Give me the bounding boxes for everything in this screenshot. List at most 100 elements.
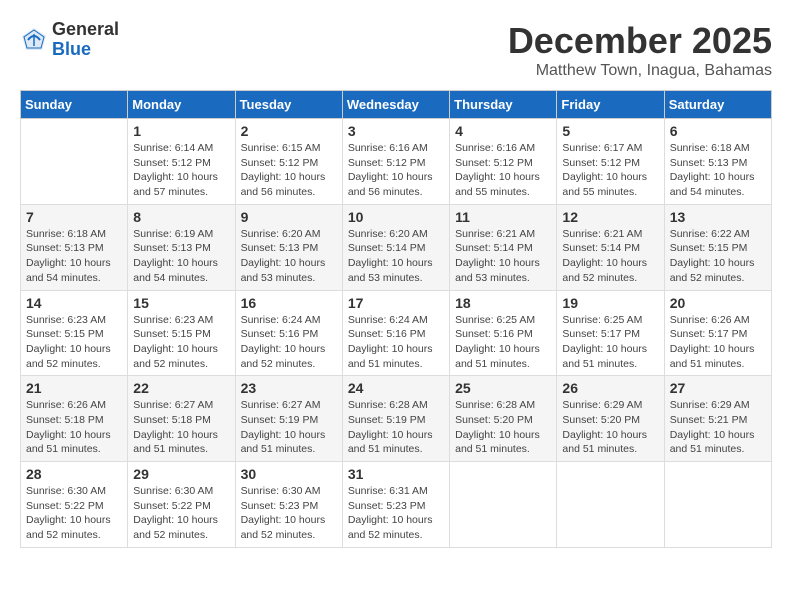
day-number: 26 — [562, 380, 658, 396]
logo-general: General — [52, 20, 119, 40]
day-info: Sunrise: 6:19 AM Sunset: 5:13 PM Dayligh… — [133, 227, 229, 286]
calendar-cell: 22 Sunrise: 6:27 AM Sunset: 5:18 PM Dayli… — [128, 376, 235, 462]
calendar-cell: 17Sunrise: 6:24 AM Sunset: 5:16 PM Dayli… — [342, 290, 449, 376]
day-number: 16 — [241, 295, 337, 311]
calendar-cell: 21 Sunrise: 6:26 AM Sunset: 5:18 PM Dayli… — [21, 376, 128, 462]
day-info: Sunrise: 6:27 AM Sunset: 5:19 PM Dayligh… — [241, 398, 337, 457]
day-info: Sunrise: 6:29 AM Sunset: 5:20 PM Dayligh… — [562, 398, 658, 457]
day-number: 2 — [241, 123, 337, 139]
calendar-cell: 13 Sunrise: 6:22 AM Sunset: 5:15 PM Dayli… — [664, 204, 771, 290]
calendar-cell: 4 Sunrise: 6:16 AM Sunset: 5:12 PM Daylig… — [450, 119, 557, 205]
day-info: Sunrise: 6:26 AM Sunset: 5:18 PM Dayligh… — [26, 398, 122, 457]
week-row-5: 28 Sunrise: 6:30 AM Sunset: 5:22 PM Dayli… — [21, 462, 772, 548]
day-number: 4 — [455, 123, 551, 139]
day-number: 28 — [26, 466, 122, 482]
day-info: Sunrise: 6:30 AM Sunset: 5:22 PM Dayligh… — [26, 484, 122, 543]
day-number: 20 — [670, 295, 766, 311]
day-number: 5 — [562, 123, 658, 139]
day-info: Sunrise: 6:20 AM Sunset: 5:13 PM Dayligh… — [241, 227, 337, 286]
calendar-cell — [664, 462, 771, 548]
calendar-cell: 8 Sunrise: 6:19 AM Sunset: 5:13 PM Daylig… — [128, 204, 235, 290]
day-number: 24 — [348, 380, 444, 396]
day-header-sunday: Sunday — [21, 91, 128, 119]
day-info: Sunrise: 6:20 AM Sunset: 5:14 PM Dayligh… — [348, 227, 444, 286]
day-header-thursday: Thursday — [450, 91, 557, 119]
day-header-monday: Monday — [128, 91, 235, 119]
day-number: 25 — [455, 380, 551, 396]
day-header-friday: Friday — [557, 91, 664, 119]
calendar-cell — [450, 462, 557, 548]
day-number: 31 — [348, 466, 444, 482]
day-info: Sunrise: 6:17 AM Sunset: 5:12 PM Dayligh… — [562, 141, 658, 200]
calendar-cell: 20 Sunrise: 6:26 AM Sunset: 5:17 PM Dayli… — [664, 290, 771, 376]
day-number: 7 — [26, 209, 122, 225]
logo-icon — [20, 26, 48, 54]
day-number: 29 — [133, 466, 229, 482]
day-info: Sunrise: 6:28 AM Sunset: 5:20 PM Dayligh… — [455, 398, 551, 457]
calendar-cell: 10 Sunrise: 6:20 AM Sunset: 5:14 PM Dayli… — [342, 204, 449, 290]
calendar-cell — [21, 119, 128, 205]
week-row-2: 7Sunrise: 6:18 AM Sunset: 5:13 PM Daylig… — [21, 204, 772, 290]
calendar-cell — [557, 462, 664, 548]
calendar-cell: 23 Sunrise: 6:27 AM Sunset: 5:19 PM Dayli… — [235, 376, 342, 462]
calendar-cell: 15 Sunrise: 6:23 AM Sunset: 5:15 PM Dayli… — [128, 290, 235, 376]
calendar-cell: 2Sunrise: 6:15 AM Sunset: 5:12 PM Daylig… — [235, 119, 342, 205]
day-header-tuesday: Tuesday — [235, 91, 342, 119]
day-info: Sunrise: 6:18 AM Sunset: 5:13 PM Dayligh… — [670, 141, 766, 200]
calendar-cell: 9 Sunrise: 6:20 AM Sunset: 5:13 PM Daylig… — [235, 204, 342, 290]
calendar-cell: 3 Sunrise: 6:16 AM Sunset: 5:12 PM Daylig… — [342, 119, 449, 205]
day-number: 30 — [241, 466, 337, 482]
logo: General Blue — [20, 20, 119, 60]
day-info: Sunrise: 6:16 AM Sunset: 5:12 PM Dayligh… — [348, 141, 444, 200]
calendar-cell: 11Sunrise: 6:21 AM Sunset: 5:14 PM Dayli… — [450, 204, 557, 290]
day-number: 11 — [455, 209, 551, 225]
day-number: 3 — [348, 123, 444, 139]
day-info: Sunrise: 6:25 AM Sunset: 5:16 PM Dayligh… — [455, 313, 551, 372]
day-info: Sunrise: 6:23 AM Sunset: 5:15 PM Dayligh… — [133, 313, 229, 372]
day-info: Sunrise: 6:26 AM Sunset: 5:17 PM Dayligh… — [670, 313, 766, 372]
calendar-cell: 29Sunrise: 6:30 AM Sunset: 5:22 PM Dayli… — [128, 462, 235, 548]
day-info: Sunrise: 6:16 AM Sunset: 5:12 PM Dayligh… — [455, 141, 551, 200]
logo-text: General Blue — [52, 20, 119, 60]
week-row-4: 21 Sunrise: 6:26 AM Sunset: 5:18 PM Dayli… — [21, 376, 772, 462]
day-number: 1 — [133, 123, 229, 139]
day-number: 8 — [133, 209, 229, 225]
day-info: Sunrise: 6:25 AM Sunset: 5:17 PM Dayligh… — [562, 313, 658, 372]
calendar-cell: 24Sunrise: 6:28 AM Sunset: 5:19 PM Dayli… — [342, 376, 449, 462]
day-number: 21 — [26, 380, 122, 396]
days-header-row: SundayMondayTuesdayWednesdayThursdayFrid… — [21, 91, 772, 119]
calendar-cell: 6 Sunrise: 6:18 AM Sunset: 5:13 PM Daylig… — [664, 119, 771, 205]
day-number: 6 — [670, 123, 766, 139]
day-number: 19 — [562, 295, 658, 311]
week-row-1: 1Sunrise: 6:14 AM Sunset: 5:12 PM Daylig… — [21, 119, 772, 205]
location: Matthew Town, Inagua, Bahamas — [508, 62, 772, 80]
day-number: 10 — [348, 209, 444, 225]
day-info: Sunrise: 6:30 AM Sunset: 5:23 PM Dayligh… — [241, 484, 337, 543]
month-title: December 2025 — [508, 20, 772, 62]
calendar-cell: 1Sunrise: 6:14 AM Sunset: 5:12 PM Daylig… — [128, 119, 235, 205]
week-row-3: 14Sunrise: 6:23 AM Sunset: 5:15 PM Dayli… — [21, 290, 772, 376]
day-info: Sunrise: 6:27 AM Sunset: 5:18 PM Dayligh… — [133, 398, 229, 457]
day-number: 22 — [133, 380, 229, 396]
day-number: 27 — [670, 380, 766, 396]
calendar-cell: 28 Sunrise: 6:30 AM Sunset: 5:22 PM Dayli… — [21, 462, 128, 548]
day-number: 17 — [348, 295, 444, 311]
day-info: Sunrise: 6:22 AM Sunset: 5:15 PM Dayligh… — [670, 227, 766, 286]
calendar-cell: 16 Sunrise: 6:24 AM Sunset: 5:16 PM Dayli… — [235, 290, 342, 376]
logo-blue: Blue — [52, 40, 119, 60]
calendar-table: SundayMondayTuesdayWednesdayThursdayFrid… — [20, 90, 772, 548]
calendar-cell: 30 Sunrise: 6:30 AM Sunset: 5:23 PM Dayli… — [235, 462, 342, 548]
day-header-saturday: Saturday — [664, 91, 771, 119]
calendar-cell: 5 Sunrise: 6:17 AM Sunset: 5:12 PM Daylig… — [557, 119, 664, 205]
day-number: 13 — [670, 209, 766, 225]
calendar-cell: 27Sunrise: 6:29 AM Sunset: 5:21 PM Dayli… — [664, 376, 771, 462]
calendar-cell: 7Sunrise: 6:18 AM Sunset: 5:13 PM Daylig… — [21, 204, 128, 290]
title-area: December 2025 Matthew Town, Inagua, Baha… — [508, 20, 772, 80]
day-number: 23 — [241, 380, 337, 396]
day-info: Sunrise: 6:24 AM Sunset: 5:16 PM Dayligh… — [241, 313, 337, 372]
day-info: Sunrise: 6:23 AM Sunset: 5:15 PM Dayligh… — [26, 313, 122, 372]
day-number: 9 — [241, 209, 337, 225]
day-header-wednesday: Wednesday — [342, 91, 449, 119]
day-info: Sunrise: 6:21 AM Sunset: 5:14 PM Dayligh… — [562, 227, 658, 286]
day-number: 15 — [133, 295, 229, 311]
